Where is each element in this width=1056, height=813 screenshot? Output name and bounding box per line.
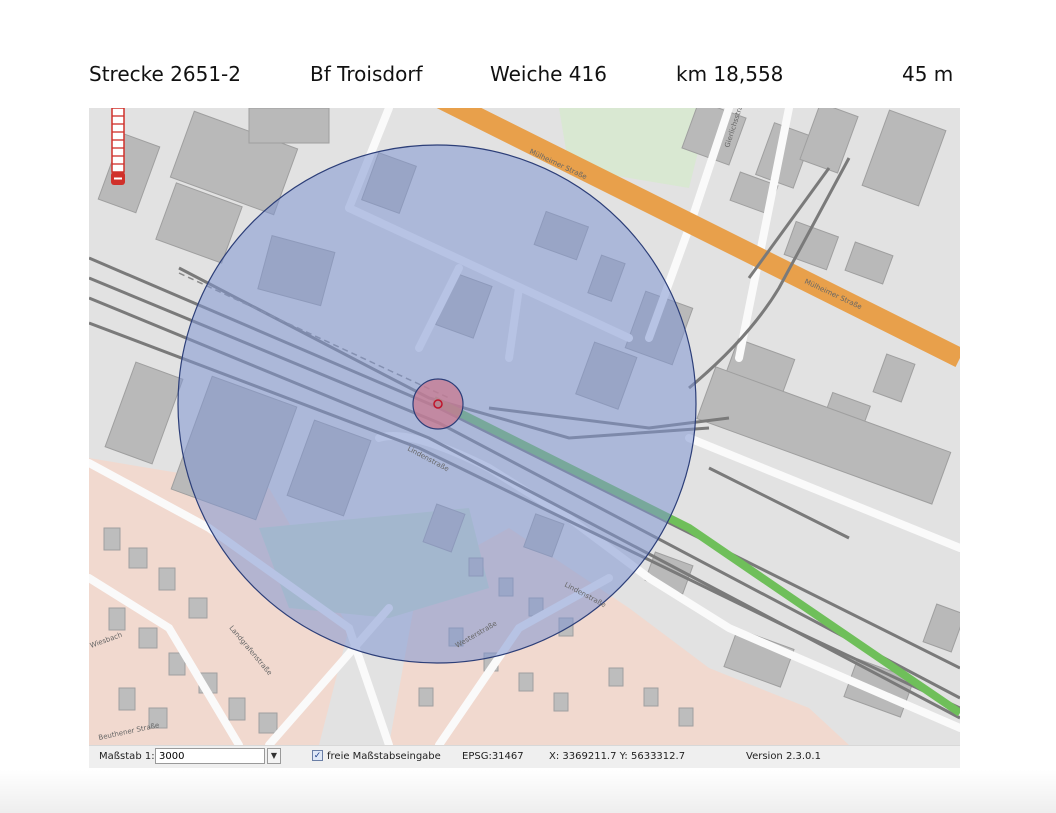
- scale-dropdown-button[interactable]: ▼: [267, 748, 281, 764]
- scale-input[interactable]: [155, 748, 265, 764]
- version-label: Version 2.3.0.1: [746, 751, 821, 762]
- free-scale-checkbox[interactable]: ✓: [312, 750, 323, 761]
- coordinates-readout: X: 3369211.7 Y: 5633312.7: [549, 751, 686, 762]
- zoom-slider-icon[interactable]: [111, 107, 125, 186]
- free-scale-label: freie Maßstabseingabe: [327, 751, 441, 762]
- chevron-down-icon: ▼: [270, 751, 278, 760]
- header-bar: Strecke 2651-2 Bf Troisdorf Weiche 416 k…: [0, 62, 1056, 92]
- bahnhof-label: Bf Troisdorf: [310, 62, 423, 86]
- weiche-label: Weiche 416: [490, 62, 607, 86]
- map-view[interactable]: Mülheimer Straße Mülheimer Straße Linden…: [89, 108, 960, 745]
- status-bar: Maßstab 1: ▼ ✓ freie Maßstabseingabe EPS…: [89, 745, 960, 768]
- strecke-label: Strecke 2651-2: [89, 62, 241, 86]
- switch-circle: [412, 378, 464, 430]
- epsg-label: EPSG:31467: [462, 751, 524, 762]
- scale-label: Maßstab 1:: [99, 751, 155, 762]
- km-label: km 18,558: [676, 62, 784, 86]
- radius-label: 45 m: [902, 62, 954, 86]
- page-footer-band: [0, 770, 1056, 813]
